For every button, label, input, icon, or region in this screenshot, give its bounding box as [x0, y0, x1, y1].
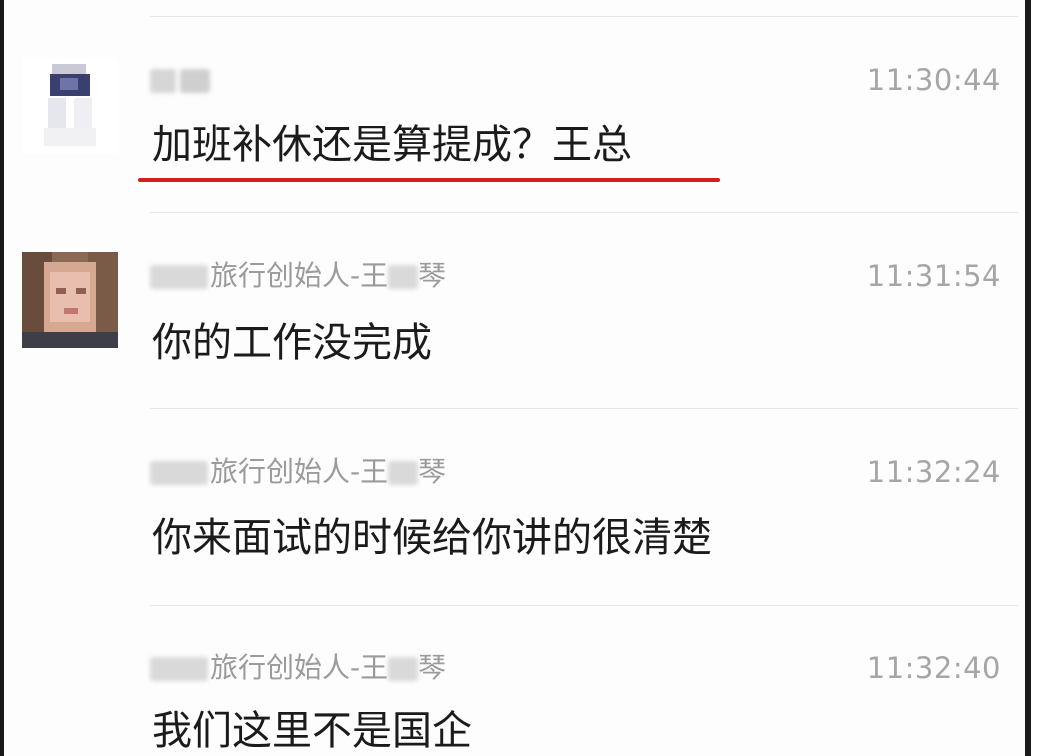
message-timestamp: 11:30:44	[866, 63, 1001, 97]
sender-name: 旅行创始人-王琴	[150, 454, 446, 490]
redacted-name-block	[150, 657, 208, 681]
sender-name	[150, 62, 210, 98]
message-timestamp: 11:32:40	[866, 651, 1001, 685]
redacted-name-block	[180, 69, 210, 93]
message-text[interactable]: 你的工作没完成	[152, 318, 432, 368]
avatar-employee-icon[interactable]	[22, 58, 118, 154]
avatar-founder-icon[interactable]	[22, 252, 118, 348]
divider	[150, 212, 1018, 213]
message-timestamp: 11:32:24	[866, 455, 1001, 489]
sender-name: 旅行创始人-王琴	[150, 650, 446, 686]
message-text[interactable]: 你来面试的时候给你讲的很清楚	[152, 513, 712, 563]
sender-name: 旅行创始人-王琴	[150, 258, 446, 294]
message-timestamp: 11:31:54	[866, 259, 1001, 293]
redacted-name-block	[388, 265, 419, 289]
redacted-name-block	[150, 265, 208, 289]
redacted-name-block	[388, 461, 419, 485]
divider	[150, 16, 1018, 17]
redacted-name-block	[150, 69, 176, 93]
highlight-underline	[138, 178, 720, 182]
message-text[interactable]: 加班补休还是算提成？王总	[152, 120, 632, 170]
message-text[interactable]: 我们这里不是国企	[152, 706, 472, 756]
redacted-name-block	[388, 657, 419, 681]
redacted-name-block	[150, 461, 208, 485]
chat-window: 11:30:44 加班补休还是算提成？王总 旅行创始人-王琴 11:31:54 …	[0, 0, 1031, 756]
divider	[150, 605, 1018, 606]
divider	[150, 408, 1018, 409]
